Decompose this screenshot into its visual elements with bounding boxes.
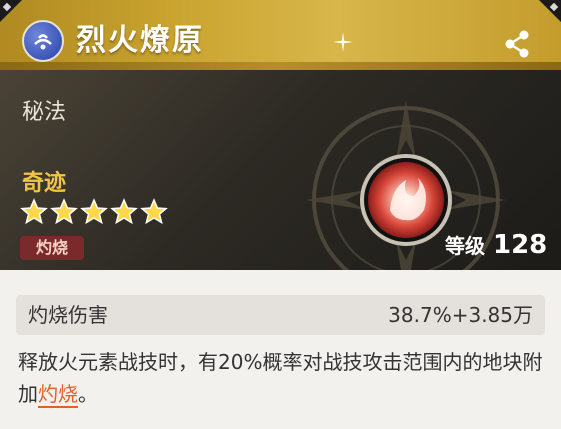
keyword-link[interactable]: 灼烧 <box>38 382 78 408</box>
level-label: 等级 <box>445 234 485 258</box>
stat-name: 灼烧伤害 <box>28 303 108 327</box>
star-icon <box>80 198 108 225</box>
rarity-stars <box>20 198 168 226</box>
star-icon <box>50 198 78 225</box>
title-bar: 烈火燎原 <box>0 0 561 70</box>
stat-value: 38.7%+3.85万 <box>388 303 533 327</box>
skill-card: 烈火燎原 秘法 奇迹 灼烧 等级 128 灼烧伤害 38.7%+3.85万 释放… <box>0 0 561 429</box>
status-badge: 灼烧 <box>20 236 84 260</box>
level-display: 等级 128 <box>445 230 547 264</box>
info-panel: 秘法 奇迹 灼烧 等级 128 <box>0 70 561 270</box>
skill-title: 烈火燎原 <box>76 23 204 58</box>
rarity-label: 奇迹 <box>22 171 67 196</box>
corner-ornament-icon <box>0 0 22 22</box>
share-icon <box>505 30 529 58</box>
corner-ornament-icon <box>539 0 561 22</box>
skill-type: 秘法 <box>22 100 67 125</box>
description-text-end: 。 <box>78 382 98 406</box>
star-icon <box>140 198 168 225</box>
star-icon <box>110 198 138 225</box>
skill-description: 释放火元素战技时，有20%概率对战技攻击范围内的地块附加灼烧。 <box>18 346 548 410</box>
title-underline <box>0 62 561 70</box>
share-button[interactable] <box>500 26 536 62</box>
level-value: 128 <box>493 230 548 260</box>
sparkle-icon <box>333 32 353 52</box>
fire-element-icon <box>22 20 64 62</box>
star-icon <box>20 198 48 225</box>
stat-row: 灼烧伤害 38.7%+3.85万 <box>16 295 545 335</box>
